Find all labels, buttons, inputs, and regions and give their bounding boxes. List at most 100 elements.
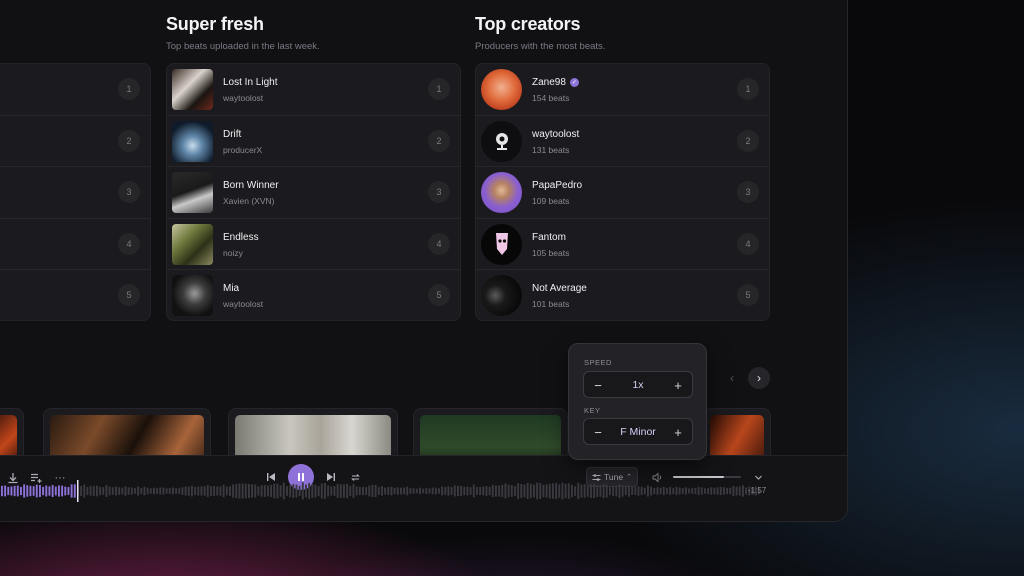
waveform-bar (485, 486, 488, 496)
waveform-bar (270, 484, 273, 498)
waveform-bar (650, 486, 653, 496)
player-bar: ··· Tune ⌃ -1:57 (0, 455, 847, 521)
waveform-bar (590, 484, 592, 498)
beat-row[interactable]: Born Winner Xavien (XVN) 3 (167, 167, 460, 219)
rank-badge: 2 (118, 129, 140, 152)
rank-badge: 2 (737, 129, 759, 152)
waveform-bar (308, 482, 311, 500)
speed-decrease-button[interactable]: − (589, 376, 607, 394)
waveform-bar (501, 484, 504, 498)
waveform-bar (105, 485, 108, 497)
waveform-bar (317, 485, 320, 497)
waveform-bar (61, 485, 64, 497)
beat-row[interactable]: Drift producerX 2 (167, 116, 460, 168)
list-item[interactable]: 5 (0, 270, 150, 320)
list-item[interactable]: 1 (0, 64, 150, 116)
beat-title[interactable]: Endless (223, 232, 259, 243)
waveform-bar (438, 488, 440, 494)
waveform-bar (282, 482, 285, 500)
key-increase-button[interactable]: + (669, 423, 687, 441)
key-decrease-button[interactable]: − (589, 423, 607, 441)
speed-increase-button[interactable]: + (669, 376, 687, 394)
carousel-next-button[interactable]: › (748, 367, 770, 389)
creator-row[interactable]: Fantom 105 beats 4 (476, 219, 769, 271)
waveform-bar (352, 484, 355, 498)
beat-cover (172, 223, 213, 265)
waveform-bar (555, 482, 558, 500)
creator-row[interactable]: Zane98 ✓ 154 beats 1 (476, 64, 769, 116)
creator-name[interactable]: waytoolost (532, 129, 579, 140)
rank-badge: 5 (428, 284, 450, 307)
beat-row[interactable]: Mia waytoolost 5 (167, 270, 460, 320)
waveform-bar (605, 484, 608, 498)
waveform-bar (403, 487, 406, 495)
list-item[interactable]: 3 (0, 167, 150, 219)
waveform-bar (482, 486, 485, 496)
beat-title[interactable]: Mia (223, 283, 239, 294)
waveform-bar (301, 482, 304, 500)
creator-name[interactable]: PapaPedro (532, 180, 582, 191)
beat-title[interactable]: Born Winner (223, 180, 279, 191)
creator-row[interactable]: waytoolost 131 beats 2 (476, 116, 769, 168)
beat-row[interactable]: Lost In Light waytoolost 1 (167, 64, 460, 116)
waveform-bar (564, 484, 567, 498)
creator-row[interactable]: PapaPedro 109 beats 3 (476, 167, 769, 219)
beat-artist[interactable]: noizy (223, 248, 243, 258)
waveform-bar (688, 488, 691, 494)
beat-artist[interactable]: producerX (223, 145, 262, 155)
waveform-bar (476, 487, 478, 495)
waveform-bar (637, 486, 640, 496)
creator-beat-count: 101 beats (532, 299, 570, 310)
waveform-bar (362, 486, 364, 496)
mask-icon (495, 233, 508, 256)
waveform-bar (552, 483, 554, 499)
waveform-bar (289, 484, 292, 498)
beat-title[interactable]: Drift (223, 129, 241, 140)
waveform-bar (102, 487, 105, 495)
waveform-bar (330, 486, 333, 496)
waveform-bar (422, 488, 425, 494)
rank-badge: 1 (737, 78, 759, 100)
beat-artist[interactable]: waytoolost (223, 299, 263, 309)
waveform-bar (248, 483, 250, 499)
waveform-bar (305, 484, 307, 498)
waveform-bar (520, 484, 523, 498)
section-title: Super fresh (166, 14, 264, 34)
waveform-bar (726, 487, 729, 495)
waveform-bar (488, 486, 491, 496)
waveform-bar (159, 487, 162, 495)
beat-cover (172, 120, 213, 162)
carousel-prev-button[interactable]: ‹ (721, 367, 743, 389)
waveform-scrubber[interactable] (1, 480, 761, 502)
waveform-bar (197, 486, 200, 496)
list-item[interactable]: 4 (0, 219, 150, 271)
volume-slider[interactable] (673, 476, 741, 478)
waveform-bar (460, 485, 463, 497)
playhead[interactable] (77, 480, 79, 502)
waveform-bar (42, 486, 45, 496)
waveform-bar (238, 483, 241, 499)
chevron-left-icon: ‹ (730, 371, 734, 385)
waveform-bar (35, 484, 38, 498)
beat-artist[interactable]: Xavien (XVN) (223, 196, 275, 206)
waveform-bar (324, 483, 326, 499)
waveform-bar (86, 486, 89, 496)
creator-row[interactable]: Not Average 101 beats 5 (476, 270, 769, 320)
beat-title[interactable]: Lost In Light (223, 77, 277, 88)
waveform-bar (206, 485, 209, 497)
list-item[interactable]: 2 (0, 116, 150, 168)
waveform-bar (254, 484, 257, 498)
app-window: 1 2 3 4 5 Super fresh Top beats uploaded… (0, 0, 848, 522)
section-subtitle: Top beats uploaded in the last week. (166, 41, 320, 52)
creator-name[interactable]: Zane98 (532, 77, 566, 88)
beat-artist[interactable]: waytoolost (223, 93, 263, 103)
waveform-bar (244, 483, 247, 499)
creator-name[interactable]: Not Average (532, 283, 587, 294)
waveform-bar (371, 484, 374, 498)
waveform-bar (615, 485, 618, 497)
creator-name[interactable]: Fantom (532, 232, 566, 243)
waveform-bar (257, 486, 260, 496)
beat-row[interactable]: Endless noizy 4 (167, 219, 460, 271)
waveform-bar (235, 483, 238, 499)
waveform-bar (1, 485, 3, 497)
